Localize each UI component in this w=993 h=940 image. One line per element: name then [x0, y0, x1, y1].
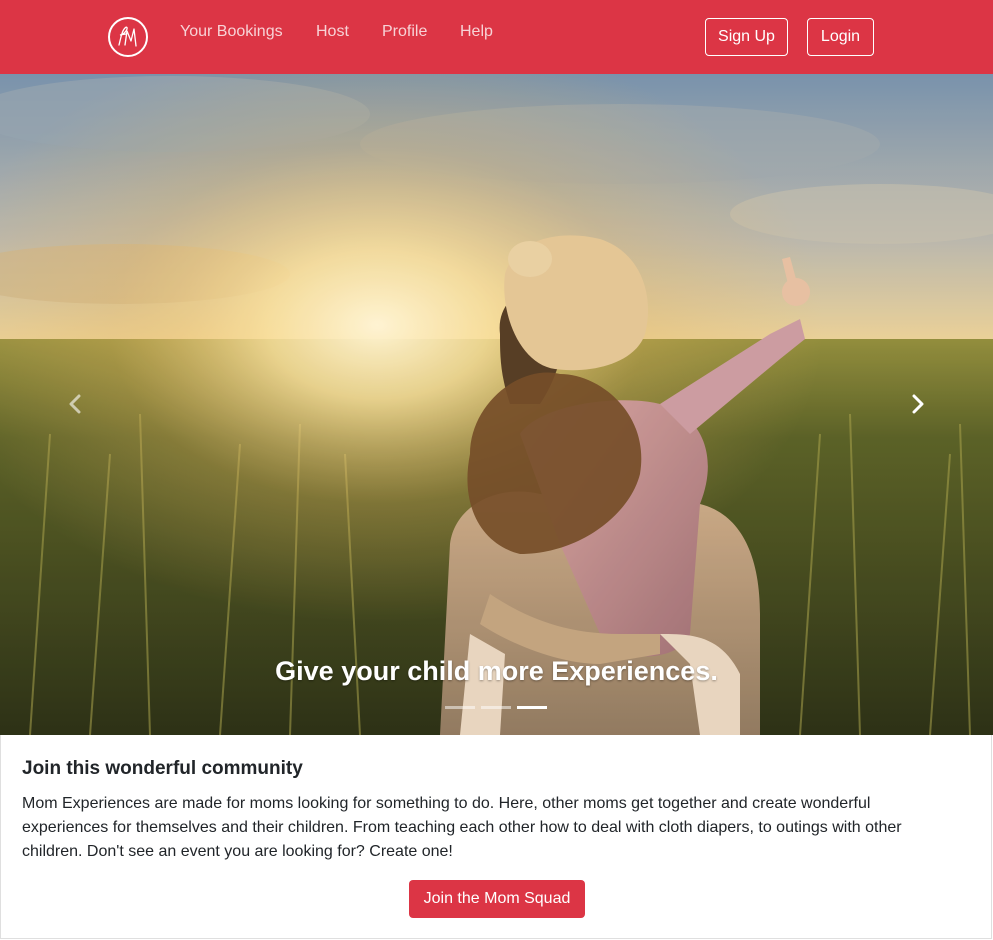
carousel-indicator-1[interactable]	[445, 706, 475, 709]
login-button[interactable]: Login	[807, 18, 874, 56]
carousel-caption: Give your child more Experiences.	[275, 656, 718, 686]
hero-image	[0, 74, 993, 735]
join-mom-squad-button[interactable]: Join the Mom Squad	[409, 880, 585, 918]
top-navbar: Your Bookings Host Profile Help Sign Up …	[0, 0, 993, 74]
carousel-indicator-3[interactable]	[517, 706, 547, 709]
nav-link-host[interactable]: Host	[316, 22, 349, 42]
carousel-prev-button[interactable]	[40, 374, 110, 434]
carousel-next-button[interactable]	[883, 374, 953, 434]
nav-link-help[interactable]: Help	[460, 22, 493, 42]
sign-up-button[interactable]: Sign Up	[705, 18, 788, 56]
chevron-left-icon	[69, 394, 81, 414]
card-title: Join this wonderful community	[22, 758, 303, 779]
hero-carousel: Give your child more Experiences.	[0, 74, 993, 735]
fm-monogram-icon	[118, 26, 137, 47]
chevron-right-icon	[912, 394, 924, 414]
card-body: Mom Experiences are made for moms lookin…	[22, 795, 902, 860]
nav-link-profile[interactable]: Profile	[382, 22, 427, 42]
community-card: Join this wonderful community Mom Experi…	[0, 735, 992, 939]
carousel-indicators	[445, 706, 553, 709]
brand-logo[interactable]	[108, 17, 148, 57]
carousel-indicator-2[interactable]	[481, 706, 511, 709]
nav-link-your-bookings[interactable]: Your Bookings	[180, 22, 283, 42]
